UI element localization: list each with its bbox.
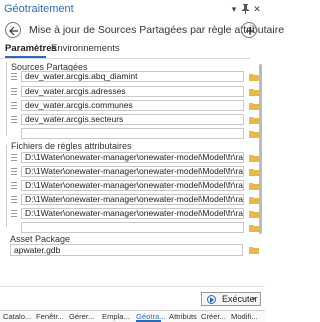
scrollbar-thumb[interactable]	[259, 64, 262, 234]
folder-icon[interactable]	[249, 130, 259, 138]
shared-source-empty-field[interactable]	[21, 128, 244, 139]
shared-source-field[interactable]: dev_water.arcgis.secteurs	[21, 114, 244, 125]
tool-header: Mise à jour de Sources Partagées par règ…	[0, 21, 284, 41]
shared-source-field[interactable]: dev_water.arcgis.abq_diamint	[21, 71, 244, 82]
folder-icon[interactable]	[249, 182, 259, 190]
close-icon[interactable]: ✕	[252, 4, 262, 14]
tool-tabs: Paramètres Environnements	[0, 43, 265, 57]
run-button[interactable]: Exécuter ▾	[201, 292, 261, 306]
folder-icon[interactable]	[249, 210, 259, 218]
rule-file-field[interactable]: D:\1Water\onewater-manager\onewater-mode…	[21, 166, 244, 177]
footer-divider	[0, 286, 265, 287]
dock-tab-manage[interactable]: Gérer...	[69, 312, 94, 321]
back-button[interactable]	[5, 22, 21, 38]
folder-icon[interactable]	[249, 246, 259, 254]
folder-icon[interactable]	[249, 168, 259, 176]
tab-parametres[interactable]: Paramètres	[5, 43, 57, 54]
pin-icon[interactable]	[240, 4, 250, 14]
drag-handle-icon[interactable]	[11, 115, 17, 124]
chevron-down-icon[interactable]: ▾	[229, 4, 239, 14]
rule-file-field[interactable]: D:\1Water\onewater-manager\onewater-mode…	[21, 194, 244, 205]
folder-icon[interactable]	[249, 154, 259, 162]
tab-environnements[interactable]: Environnements	[51, 43, 120, 54]
drag-handle-icon[interactable]	[11, 167, 17, 176]
asset-package-label: Asset Package	[10, 234, 71, 244]
add-button[interactable]	[241, 22, 257, 38]
dock-tab-catalog[interactable]: Catalo...	[3, 312, 31, 321]
dock-tab-location[interactable]: Empla...	[102, 312, 130, 321]
folder-icon[interactable]	[249, 116, 259, 124]
drag-handle-icon[interactable]	[11, 209, 17, 218]
dock-tab-attributes[interactable]: Attributs	[169, 312, 197, 321]
chevron-down-icon[interactable]: ▾	[252, 295, 256, 303]
folder-icon[interactable]	[249, 196, 259, 204]
drag-handle-icon[interactable]	[11, 87, 17, 96]
folder-icon[interactable]	[249, 102, 259, 110]
asset-package-field[interactable]: apwater.gdb	[10, 244, 243, 256]
rule-files-label: Fichiers de règles attributaires	[11, 141, 132, 151]
dock-tab-bar: Catalo... Fenêtr... Gérer... Empla... Gé…	[0, 310, 265, 322]
folder-icon[interactable]	[249, 224, 259, 232]
rule-file-empty-field[interactable]	[21, 222, 244, 233]
play-icon	[207, 295, 216, 304]
rule-file-field[interactable]: D:\1Water\onewater-manager\onewater-mode…	[21, 208, 244, 219]
rule-file-field[interactable]: D:\1Water\onewater-manager\onewater-mode…	[21, 152, 244, 163]
drag-handle-icon[interactable]	[11, 153, 17, 162]
dock-tab-window[interactable]: Fenêtr...	[36, 312, 64, 321]
section-bracket	[6, 62, 8, 136]
arrow-left-icon	[9, 26, 18, 36]
dock-tab-create[interactable]: Créer...	[201, 312, 226, 321]
drag-handle-icon[interactable]	[11, 72, 17, 81]
tabs-divider	[0, 58, 250, 59]
drag-handle-icon[interactable]	[11, 181, 17, 190]
shared-source-field[interactable]: dev_water.arcgis.communes	[21, 100, 244, 111]
rule-file-field[interactable]: D:\1Water\onewater-manager\onewater-mode…	[21, 180, 244, 191]
folder-icon[interactable]	[249, 73, 259, 81]
drag-handle-icon[interactable]	[11, 195, 17, 204]
dock-tab-modify[interactable]: Modifi...	[231, 312, 258, 321]
drag-handle-icon[interactable]	[11, 101, 17, 110]
section-bracket	[6, 145, 8, 227]
shared-source-field[interactable]: dev_water.arcgis.adresses	[21, 86, 244, 97]
pane-title: Géotraitement	[4, 3, 74, 15]
folder-icon[interactable]	[249, 88, 259, 96]
plus-icon	[246, 27, 254, 35]
pane-header: Géotraitement ▾ ✕	[0, 0, 265, 18]
